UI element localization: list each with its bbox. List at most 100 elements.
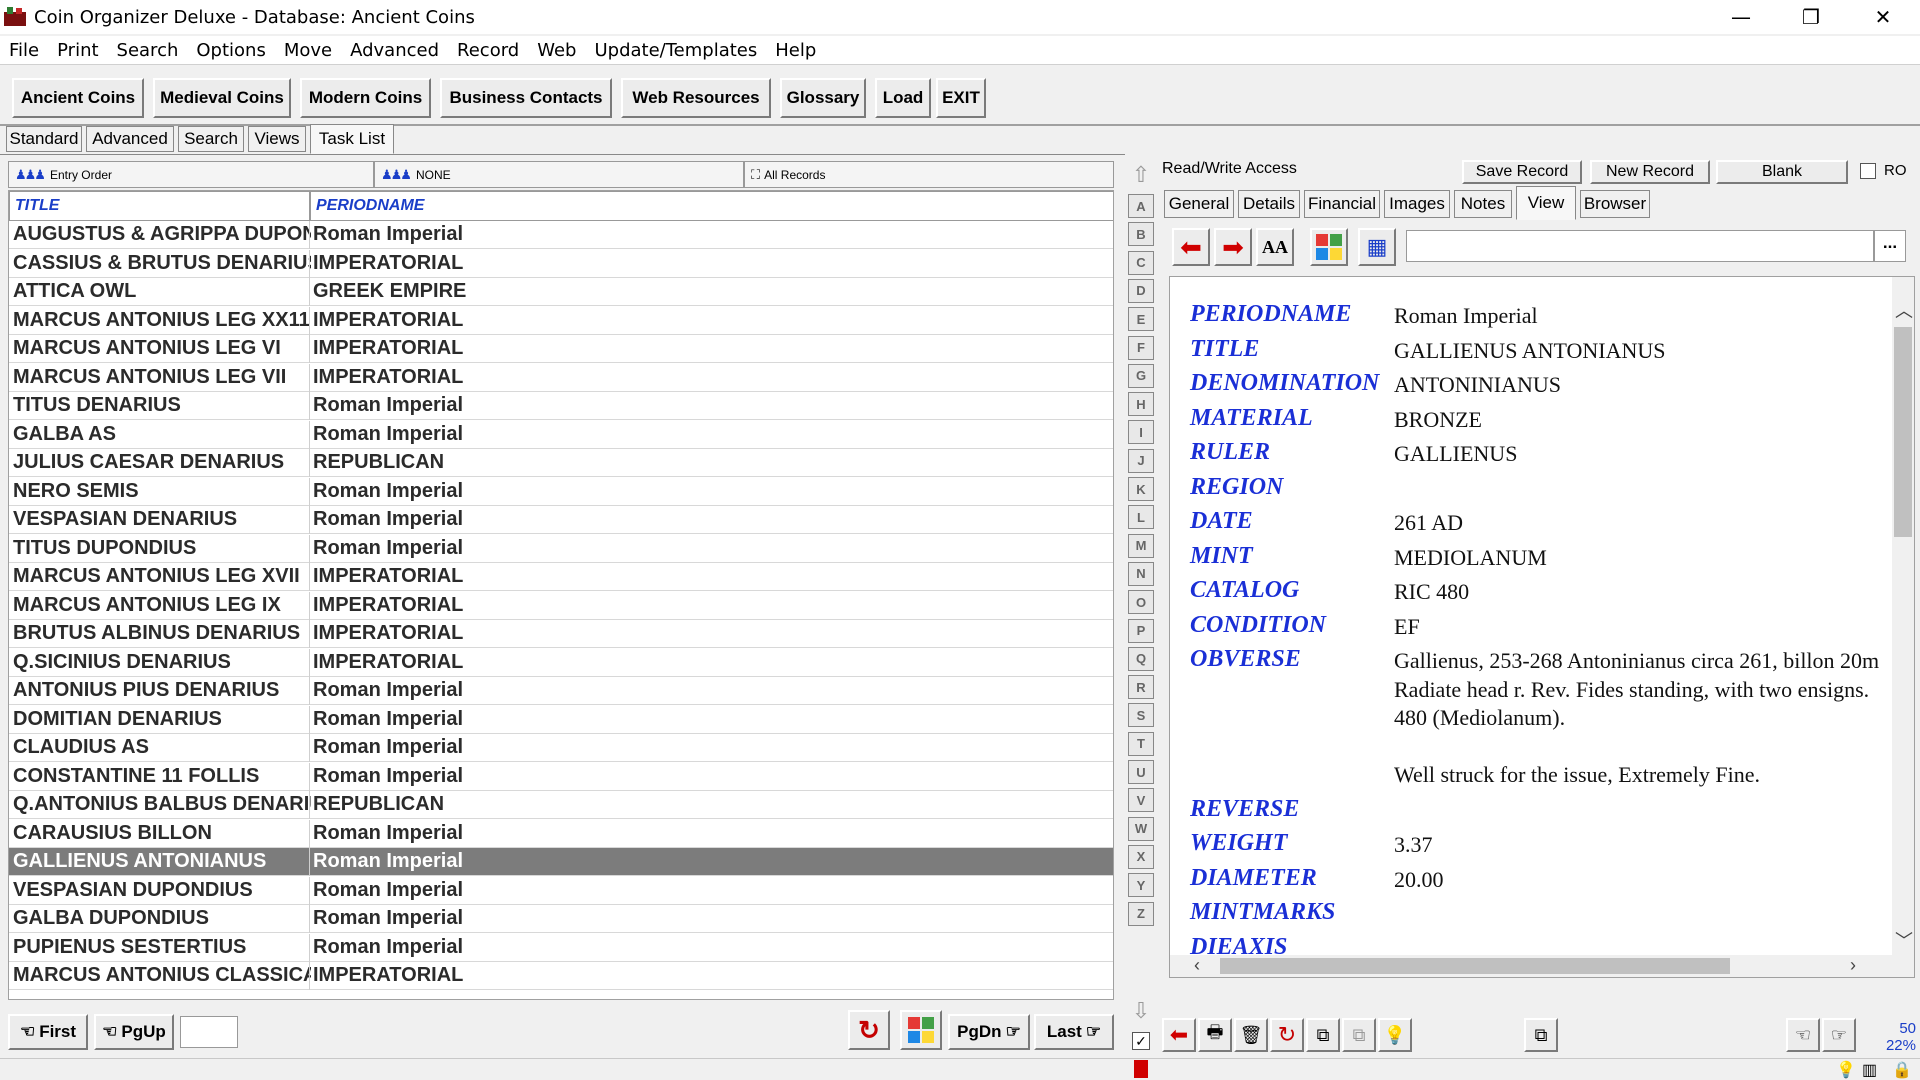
scroll-left-icon[interactable]: ‹ — [1194, 955, 1200, 976]
menu-record[interactable]: Record — [448, 40, 528, 61]
tab-notes[interactable]: Notes — [1454, 190, 1512, 218]
glossary-button[interactable]: Glossary — [780, 78, 866, 118]
tab-browser[interactable]: Browser — [1580, 190, 1650, 218]
table-row[interactable]: TITUS DENARIUS Roman Imperial — [9, 392, 1113, 420]
table-row[interactable]: BRUTUS ALBINUS DENARIUS IMPERATORIAL — [9, 620, 1113, 648]
alpha-jump-r[interactable]: R — [1128, 675, 1154, 700]
table-row[interactable]: MARCUS ANTONIUS LEG VII IMPERATORIAL — [9, 363, 1113, 392]
alpha-jump-u[interactable]: U — [1128, 760, 1154, 784]
pgdn-button[interactable]: PgDn ☞ — [948, 1014, 1030, 1050]
alpha-jump-z[interactable]: Z — [1128, 901, 1154, 926]
color-grid-icon[interactable] — [1310, 228, 1348, 266]
tab-details[interactable]: Details — [1238, 190, 1300, 218]
trash-icon[interactable]: 🗑 — [1234, 1018, 1268, 1052]
table-row[interactable]: MARCUS ANTONIUS LEG VI IMPERATORIAL — [9, 335, 1113, 363]
tab-financial[interactable]: Financial — [1304, 190, 1380, 218]
new-record-button[interactable]: New Record — [1590, 160, 1710, 184]
close-button[interactable]: ✕ — [1848, 0, 1918, 34]
alpha-jump-c[interactable]: C — [1128, 250, 1154, 275]
table-row[interactable]: VESPASIAN DUPONDIUS Roman Imperial — [9, 876, 1113, 905]
menu-web[interactable]: Web — [528, 40, 585, 61]
minimize-button[interactable]: — — [1706, 0, 1776, 34]
hand-right-icon[interactable]: ☞ — [1822, 1018, 1856, 1052]
alpha-jump-n[interactable]: N — [1128, 561, 1154, 586]
alpha-jump-e[interactable]: E — [1128, 307, 1154, 332]
tab-view[interactable]: View — [1516, 186, 1576, 220]
tab-search[interactable]: Search — [178, 126, 244, 152]
splitter-marker[interactable] — [1134, 1060, 1148, 1078]
tab-task-list[interactable]: Task List — [310, 124, 394, 154]
alpha-jump-g[interactable]: G — [1128, 363, 1154, 388]
alpha-jump-f[interactable]: F — [1128, 335, 1154, 360]
refresh-icon[interactable]: ↻ — [1270, 1018, 1304, 1052]
scroll-right-icon[interactable]: › — [1850, 955, 1856, 976]
table-row[interactable]: MARCUS ANTONIUS LEG XVII IMPERATORIAL — [9, 563, 1113, 591]
calendar-icon[interactable]: ▦ — [1358, 228, 1396, 266]
web-resources-button[interactable]: Web Resources — [621, 78, 771, 118]
table-row[interactable]: DOMITIAN DENARIUS Roman Imperial — [9, 705, 1113, 734]
color-grid-icon[interactable] — [900, 1010, 942, 1050]
selected-table-row[interactable]: GALLIENUS ANTONIANUS Roman Imperial — [9, 848, 1113, 876]
scroll-up-icon[interactable]: ︿ — [1895, 297, 1913, 323]
save-record-button[interactable]: Save Record — [1462, 160, 1582, 184]
menu-print[interactable]: Print — [48, 40, 107, 61]
back-arrow-icon[interactable]: ⬅ — [1172, 228, 1210, 266]
back-arrow-icon[interactable]: ⬅ — [1162, 1018, 1196, 1052]
table-row[interactable]: CASSIUS & BRUTUS DENARIUS IMPERATORIAL — [9, 249, 1113, 278]
alpha-jump-m[interactable]: M — [1128, 533, 1154, 558]
first-button[interactable]: ☜ First — [8, 1014, 88, 1050]
lightbulb-icon[interactable]: 💡 — [1378, 1018, 1412, 1052]
tab-standard[interactable]: Standard — [6, 126, 82, 152]
alpha-jump-v[interactable]: V — [1128, 788, 1154, 813]
scroll-thumb-h[interactable] — [1220, 958, 1730, 974]
copy-record-icon[interactable]: ⧉ — [1306, 1018, 1340, 1052]
blank-button[interactable]: Blank — [1716, 160, 1848, 184]
table-row[interactable]: VESPASIAN DENARIUS Roman Imperial — [9, 506, 1113, 534]
alpha-jump-y[interactable]: Y — [1128, 873, 1154, 898]
menu-move[interactable]: Move — [275, 40, 341, 61]
sort-order-selector[interactable]: ♟♟♟ Entry Order — [8, 161, 374, 188]
tab-views[interactable]: Views — [248, 126, 306, 152]
table-row[interactable]: MARCUS ANTONIUS LEG IX IMPERATORIAL — [9, 591, 1113, 620]
table-row[interactable]: MARCUS ANTONIUS LEG XX11 IMPERATORIAL — [9, 306, 1113, 335]
menu-file[interactable]: File — [0, 40, 48, 61]
scroll-up-arrow[interactable]: ⇧ — [1128, 162, 1154, 187]
table-row[interactable]: GALBA DUPONDIUS Roman Imperial — [9, 905, 1113, 933]
table-row[interactable]: Q.ANTONIUS BALBUS DENARIUS REPUBLICAN — [9, 791, 1113, 819]
table-row[interactable]: CLAUDIUS AS Roman Imperial — [9, 734, 1113, 762]
alpha-jump-s[interactable]: S — [1128, 703, 1154, 728]
alpha-jump-l[interactable]: L — [1128, 505, 1154, 530]
scroll-thumb[interactable] — [1894, 327, 1912, 537]
table-row[interactable]: GALBA AS Roman Imperial — [9, 420, 1113, 449]
table-row[interactable]: MARCUS ANTONIUS CLASSICAL IMPERATORIAL — [9, 962, 1113, 990]
view-search-input[interactable] — [1406, 230, 1874, 262]
menu-update-templates[interactable]: Update/Templates — [585, 40, 766, 61]
table-row[interactable]: TITUS DUPONDIUS Roman Imperial — [9, 534, 1113, 563]
table-row[interactable]: ATTICA OWL GREEK EMPIRE — [9, 278, 1113, 306]
load-button[interactable]: Load — [875, 78, 931, 118]
business-contacts-button[interactable]: Business Contacts — [440, 78, 612, 118]
forward-arrow-icon[interactable]: ➡ — [1214, 228, 1252, 266]
filter-selector[interactable]: ♟♟♟ NONE — [374, 161, 744, 188]
menu-help[interactable]: Help — [766, 40, 825, 61]
alpha-jump-w[interactable]: W — [1128, 816, 1154, 841]
horizontal-scrollbar[interactable]: ‹ › — [1170, 955, 1914, 977]
alpha-jump-p[interactable]: P — [1128, 618, 1154, 643]
alpha-jump-t[interactable]: T — [1128, 731, 1154, 756]
alpha-jump-x[interactable]: X — [1128, 844, 1154, 869]
table-row[interactable]: ANTONIUS PIUS DENARIUS Roman Imperial — [9, 677, 1113, 705]
modern-coins-button[interactable]: Modern Coins — [300, 78, 431, 118]
paste-record-icon[interactable]: ⧉ — [1342, 1018, 1376, 1052]
table-row[interactable]: CARAUSIUS BILLON Roman Imperial — [9, 819, 1113, 848]
refresh-icon[interactable]: ↻ — [848, 1010, 890, 1050]
alpha-jump-q[interactable]: Q — [1128, 646, 1154, 671]
alpha-jump-b[interactable]: B — [1128, 222, 1154, 247]
ancient-coins-button[interactable]: Ancient Coins — [12, 78, 144, 118]
table-row[interactable]: JULIUS CAESAR DENARIUS REPUBLICAN — [9, 449, 1113, 477]
tab-advanced[interactable]: Advanced — [86, 126, 174, 152]
table-row[interactable]: NERO SEMIS Roman Imperial — [9, 477, 1113, 506]
font-size-icon[interactable]: AA — [1256, 228, 1294, 266]
alpha-jump-j[interactable]: J — [1128, 448, 1154, 473]
column-header-periodname[interactable]: PERIODNAME — [310, 191, 1113, 221]
tab-general[interactable]: General — [1164, 190, 1234, 218]
